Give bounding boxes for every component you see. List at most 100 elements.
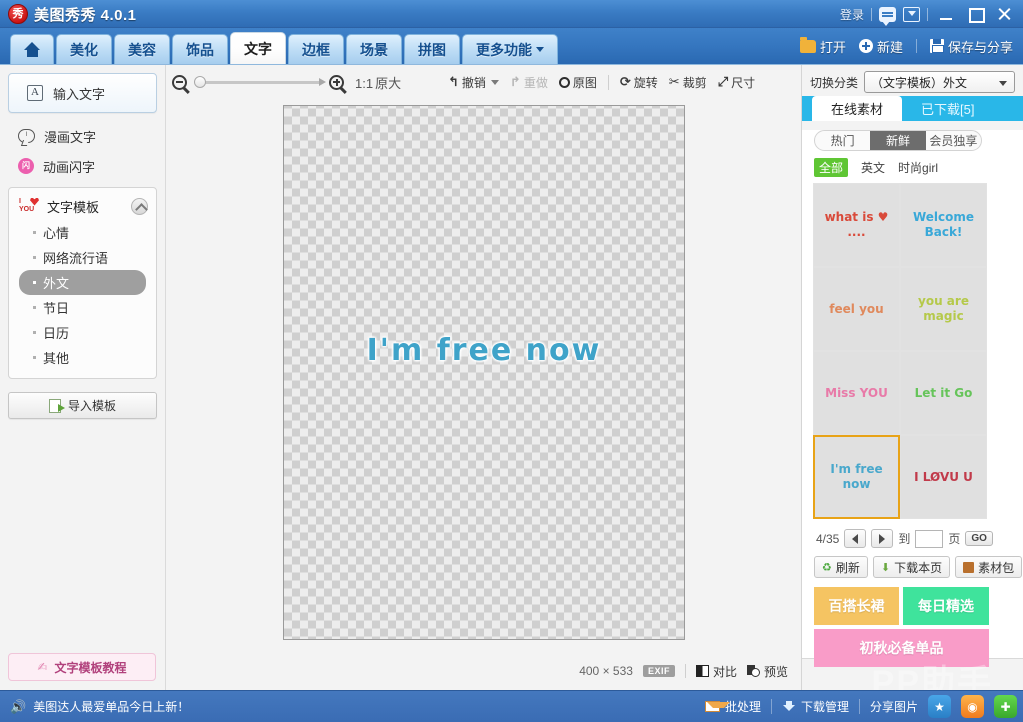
exif-button[interactable]: EXIF [643,665,675,677]
go-button[interactable]: GO [965,531,993,546]
original-button[interactable]: 原图 [559,74,597,91]
batch-process-label: 批处理 [725,698,761,715]
tutorial-button[interactable]: ✍ 文字模板教程 [8,653,156,681]
template-thumbnail[interactable]: Welcome Back! [900,183,987,267]
open-button[interactable]: 打开 [800,37,846,56]
page-input[interactable] [915,530,943,548]
preview-button[interactable]: 预览 [747,663,788,680]
filter-fashion-girl[interactable]: 时尚girl [898,159,938,176]
canvas-status-bar: 400 × 533 EXIF 对比 预览 [166,659,802,683]
prev-page-button[interactable] [844,529,866,548]
filter-english[interactable]: 英文 [861,159,885,176]
ad-banner-daily[interactable]: 每日精选 [903,587,989,625]
ad-banner-dress[interactable]: 百搭长裙 [814,587,899,625]
new-button[interactable]: 新建 [859,37,903,56]
filter-all[interactable]: 全部 [814,158,848,177]
batch-process-button[interactable]: 批处理 [705,698,761,715]
redo-button[interactable]: ↱ 重做 [510,74,548,91]
hand-icon: ✍ [37,660,47,674]
right-panel: 切换分类 （文字模板）外文 在线素材 已下载[5] 热门 新鲜 会员独享 全部 [801,65,1023,691]
tab-text[interactable]: 文字 [230,32,286,64]
canvas-dimensions: 400 × 533 [579,664,633,678]
tab-decoration[interactable]: 饰品 [172,34,228,64]
template-thumbnail[interactable]: feel you [813,267,900,351]
segment-new[interactable]: 新鲜 [870,131,925,150]
thumbnail-text: you are magic [901,294,986,324]
save-share-button[interactable]: 保存与分享 [930,37,1013,56]
template-thumbnail-selected[interactable]: I'm free now [813,435,900,519]
workspace: A 输入文字 I 漫画文字 闪 动画闪字 IYOU 文字模板 [0,64,1023,690]
minimize-button[interactable] [935,4,957,24]
category-switcher-row: 切换分类 （文字模板）外文 [802,68,1023,96]
text-template-header[interactable]: IYOU 文字模板 [9,192,156,220]
segment-vip[interactable]: 会员独享 [926,131,981,150]
speech-bubble-icon: I [18,129,35,143]
tab-home[interactable] [10,34,54,64]
tab-beauty[interactable]: 美容 [114,34,170,64]
speaker-icon: 🔊 [10,699,26,715]
template-thumbnail[interactable]: you are magic [900,267,987,351]
rotate-button[interactable]: ⟳ 旋转 [620,74,658,91]
segment-hot[interactable]: 热门 [815,131,870,150]
image-canvas[interactable]: I'm free now [283,105,685,640]
download-manager-button[interactable]: 下载管理 [782,698,849,715]
template-thumbnail[interactable]: what is ♥ .... [813,183,900,267]
chevron-up-icon[interactable] [131,198,148,215]
message-icon[interactable] [879,7,896,22]
import-template-button[interactable]: 导入模板 [8,392,157,419]
thumbnail-text: Let it Go [915,386,973,401]
crop-button[interactable]: ✂ 裁剪 [669,74,707,91]
size-button[interactable]: ⤢ 尺寸 [718,74,755,91]
sidebar-item-festival[interactable]: 节日 [19,295,146,320]
original-label: 原图 [573,74,597,91]
template-thumbnail[interactable]: Let it Go [900,351,987,435]
announcement[interactable]: 🔊 美图达人最爱单品今日上新！ [10,698,189,715]
refresh-button[interactable]: ♻ 刷新 [814,556,868,578]
template-thumbnail[interactable]: Miss YOU [813,351,900,435]
zoom-level[interactable]: 1:1原大 [353,73,401,92]
sidebar-item-comic-text[interactable]: I 漫画文字 [0,121,165,151]
chevron-down-icon [491,80,499,85]
tab-downloaded[interactable]: 已下载[5] [902,96,993,121]
mailbox-icon[interactable] [903,7,920,22]
sidebar-item-animated-text[interactable]: 闪 动画闪字 [0,151,165,181]
weibo-icon[interactable]: ◉ [961,695,984,718]
tab-collage[interactable]: 拼图 [404,34,460,64]
close-button[interactable] [993,4,1015,24]
sidebar-item-mood[interactable]: 心情 [19,220,146,245]
slider-knob[interactable] [194,76,206,88]
rotate-icon: ⟳ [620,74,631,90]
bullet-icon [33,231,36,234]
category-dropdown[interactable]: （文字模板）外文 [864,71,1015,93]
login-link[interactable]: 登录 [840,6,864,23]
qzone-icon[interactable]: ★ [928,695,951,718]
canvas-text-layer[interactable]: I'm free now [284,333,684,368]
tab-beautify[interactable]: 美化 [56,34,112,64]
download-manager-label: 下载管理 [801,698,849,715]
wechat-icon[interactable]: ✚ [994,695,1017,718]
tab-online-resources[interactable]: 在线素材 [812,96,902,121]
zoom-slider[interactable] [194,75,322,89]
sidebar-item-internet-slang[interactable]: 网络流行语 [19,245,146,270]
tab-frame[interactable]: 边框 [288,34,344,64]
sidebar-item-foreign-language[interactable]: 外文 [19,270,146,295]
undo-button[interactable]: ↰ 撤销 [448,74,499,91]
compare-button[interactable]: 对比 [696,663,737,680]
sidebar-item-label: 心情 [43,223,69,242]
ad-banner-autumn[interactable]: 初秋必备单品 [814,629,989,667]
share-image-label[interactable]: 分享图片 [870,698,918,715]
resource-panel: 热门 新鲜 会员独享 全部 英文 时尚girl what is ♥ .... W… [802,130,1023,659]
template-thumbnail[interactable]: I LØVU U [900,435,987,519]
input-text-button[interactable]: A 输入文字 [8,73,157,113]
next-page-button[interactable] [871,529,893,548]
zoom-out-icon[interactable] [172,75,187,90]
maximize-button[interactable] [964,4,986,24]
tab-scene[interactable]: 场景 [346,34,402,64]
download-page-button[interactable]: ⬇ 下载本页 [873,556,950,578]
sidebar-item-calendar[interactable]: 日历 [19,320,146,345]
zoom-in-icon[interactable] [329,75,344,90]
tab-more-features[interactable]: 更多功能 [462,34,558,64]
sidebar-item-other[interactable]: 其他 [19,345,146,370]
material-pack-button[interactable]: 素材包 [955,556,1022,578]
divider [916,39,917,53]
